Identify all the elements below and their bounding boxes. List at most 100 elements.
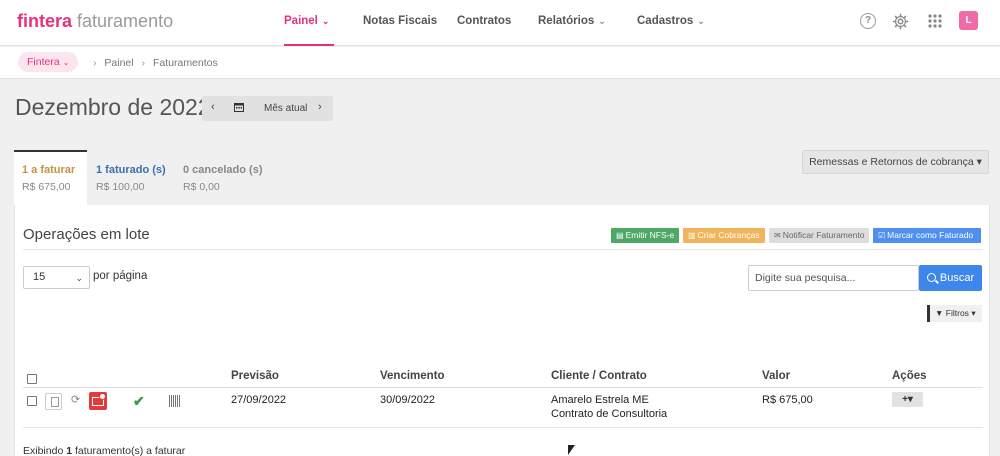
divider	[23, 427, 983, 428]
email-alert-icon[interactable]	[89, 392, 107, 410]
notificar-faturamento-button[interactable]: ✉ Notificar Faturamento	[769, 228, 869, 243]
document-icon[interactable]	[45, 393, 62, 410]
month-navigator: ‹ Mês atual ›	[202, 96, 333, 121]
calendar-icon	[234, 103, 244, 112]
chevron-down-icon: ⌄	[598, 16, 606, 26]
page-title: Dezembro de 2022	[15, 94, 211, 120]
search-button[interactable]: Buscar	[919, 265, 982, 291]
marcar-faturado-button[interactable]: ☑ Marcar como Faturado	[873, 228, 981, 243]
remessas-retornos-button[interactable]: Remessas e Retornos de cobrança ▾	[802, 150, 989, 174]
nav-relatorios[interactable]: Relatórios ⌄	[538, 0, 606, 46]
help-button[interactable]: ?	[860, 13, 878, 31]
divider	[23, 387, 983, 388]
barcode-icon[interactable]	[169, 395, 180, 407]
criar-cobrancas-button[interactable]: ▥ Criar Cobranças	[683, 228, 765, 243]
nav-relatorios-label: Relatórios	[538, 15, 595, 27]
tab-cancelado[interactable]: 0 cancelado (s) R$ 0,00	[183, 150, 262, 205]
emitir-nfse-button[interactable]: ▤ Emitir NFS-e	[611, 228, 679, 243]
top-navbar: fintera faturamento Painel ⌄ Notas Fiscai…	[0, 0, 1000, 46]
nav-notas-fiscais-label: Notas Fiscais	[363, 15, 438, 27]
criar-cobrancas-label: Criar Cobranças	[697, 230, 760, 240]
emitir-nfse-label: Emitir NFS-e	[625, 230, 675, 240]
chevron-right-icon: ›	[93, 57, 97, 69]
refresh-icon[interactable]: ⟳	[71, 393, 80, 406]
divider	[23, 249, 983, 250]
search-input[interactable]	[748, 265, 919, 291]
cell-previsao: 27/09/2022	[231, 394, 287, 406]
help-icon: ?	[860, 13, 876, 29]
mouse-cursor-icon	[568, 445, 575, 455]
tab-cancelado-label: 0 cancelado (s)	[183, 164, 263, 176]
col-header-acoes: Ações	[892, 370, 927, 382]
next-month-button[interactable]: ›	[318, 101, 322, 113]
per-page-value: 15	[33, 271, 46, 283]
chevron-down-icon: ⌄	[62, 58, 70, 67]
company-name: Fintera	[27, 56, 60, 68]
tab-faturado-value: R$ 100,00	[96, 181, 145, 193]
tab-faturado-label: 1 faturado (s)	[96, 164, 166, 176]
results-summary: Exibindo 1 faturamento(s) a faturar	[23, 445, 185, 456]
app-logo[interactable]: fintera faturamento	[17, 11, 173, 31]
row-checkbox[interactable]	[27, 396, 37, 406]
filter-icon: ▼	[935, 308, 944, 318]
cell-vencimento: 30/09/2022	[380, 394, 436, 406]
chevron-down-icon: ⌄	[697, 16, 705, 26]
chevron-right-icon: ›	[141, 57, 146, 69]
company-selector[interactable]: Fintera ⌄	[18, 52, 79, 72]
nav-contratos[interactable]: Contratos	[457, 0, 511, 46]
panel-title: Operações em lote	[23, 226, 150, 243]
notificar-faturamento-label: Notificar Faturamento	[782, 230, 865, 240]
nav-painel-label: Painel	[284, 15, 318, 27]
faturamentos-panel: Operações em lote ▤ Emitir NFS-e ▥ Criar C…	[14, 205, 990, 456]
chevron-down-icon: ⌄	[75, 273, 83, 283]
cell-valor: R$ 675,00	[762, 394, 813, 406]
tab-a-faturar-value: R$ 675,00	[22, 181, 71, 193]
logo-brand: fintera	[17, 11, 73, 31]
current-month-button[interactable]: Mês atual	[264, 103, 307, 114]
nav-cadastros[interactable]: Cadastros ⌄	[637, 0, 705, 46]
tab-a-faturar-label: 1 a faturar	[22, 164, 76, 176]
results-suffix: faturamento(s) a faturar	[72, 445, 186, 456]
results-prefix: Exibindo	[23, 445, 67, 456]
cell-cliente[interactable]: Amarelo Estrela ME	[551, 394, 649, 406]
user-avatar[interactable]: L	[959, 11, 978, 30]
nav-notas-fiscais[interactable]: Notas Fiscais	[363, 0, 437, 46]
cell-contrato[interactable]: Contrato de Consultoria	[551, 408, 667, 420]
breadcrumb-painel[interactable]: Painel	[104, 57, 133, 69]
remessas-retornos-label: Remessas e Retornos de cobrança	[809, 156, 974, 168]
breadcrumb: › Painel › Faturamentos	[88, 57, 218, 69]
prev-month-button[interactable]: ‹	[211, 101, 215, 113]
check-icon[interactable]: ✔	[133, 393, 145, 410]
logo-product: faturamento	[77, 11, 174, 31]
search-button-label: Buscar	[939, 272, 975, 284]
row-actions-button[interactable]: +▾	[892, 392, 923, 407]
barcode-icon: ▥	[688, 231, 696, 240]
envelope-icon: ✉	[774, 231, 781, 240]
chevron-down-icon: ▾	[976, 156, 982, 168]
document-icon: ▤	[616, 231, 624, 240]
settings-button[interactable]	[891, 13, 909, 31]
col-header-cliente[interactable]: Cliente / Contrato	[551, 370, 647, 382]
col-header-valor[interactable]: Valor	[762, 370, 790, 382]
per-page-select[interactable]: 15 ⌄	[23, 266, 90, 289]
marcar-faturado-label: Marcar como Faturado	[887, 230, 974, 240]
nav-painel[interactable]: Painel ⌄	[284, 0, 334, 46]
filters-label: Filtros	[945, 308, 969, 318]
apps-grid-icon	[928, 14, 942, 28]
col-header-previsao[interactable]: Previsão	[231, 370, 279, 382]
nav-cadastros-label: Cadastros	[637, 15, 694, 27]
caret-down-icon: ▾	[971, 308, 976, 318]
gear-icon	[892, 13, 908, 30]
caret-down-icon: ▾	[907, 394, 913, 405]
select-all-checkbox[interactable]	[27, 374, 37, 384]
filters-button[interactable]: ▼ Filtros ▾	[927, 305, 982, 322]
col-header-vencimento[interactable]: Vencimento	[380, 370, 445, 382]
nav-contratos-label: Contratos	[457, 15, 512, 27]
breadcrumb-bar: Fintera ⌄ › Painel › Faturamentos	[0, 47, 1000, 79]
tab-a-faturar[interactable]: 1 a faturar R$ 675,00	[14, 150, 87, 205]
tab-faturado[interactable]: 1 faturado (s) R$ 100,00	[96, 150, 166, 205]
apps-menu-button[interactable]	[926, 13, 944, 31]
tab-cancelado-value: R$ 0,00	[183, 181, 220, 193]
breadcrumb-faturamentos: Faturamentos	[152, 57, 218, 69]
search-icon	[926, 273, 936, 282]
